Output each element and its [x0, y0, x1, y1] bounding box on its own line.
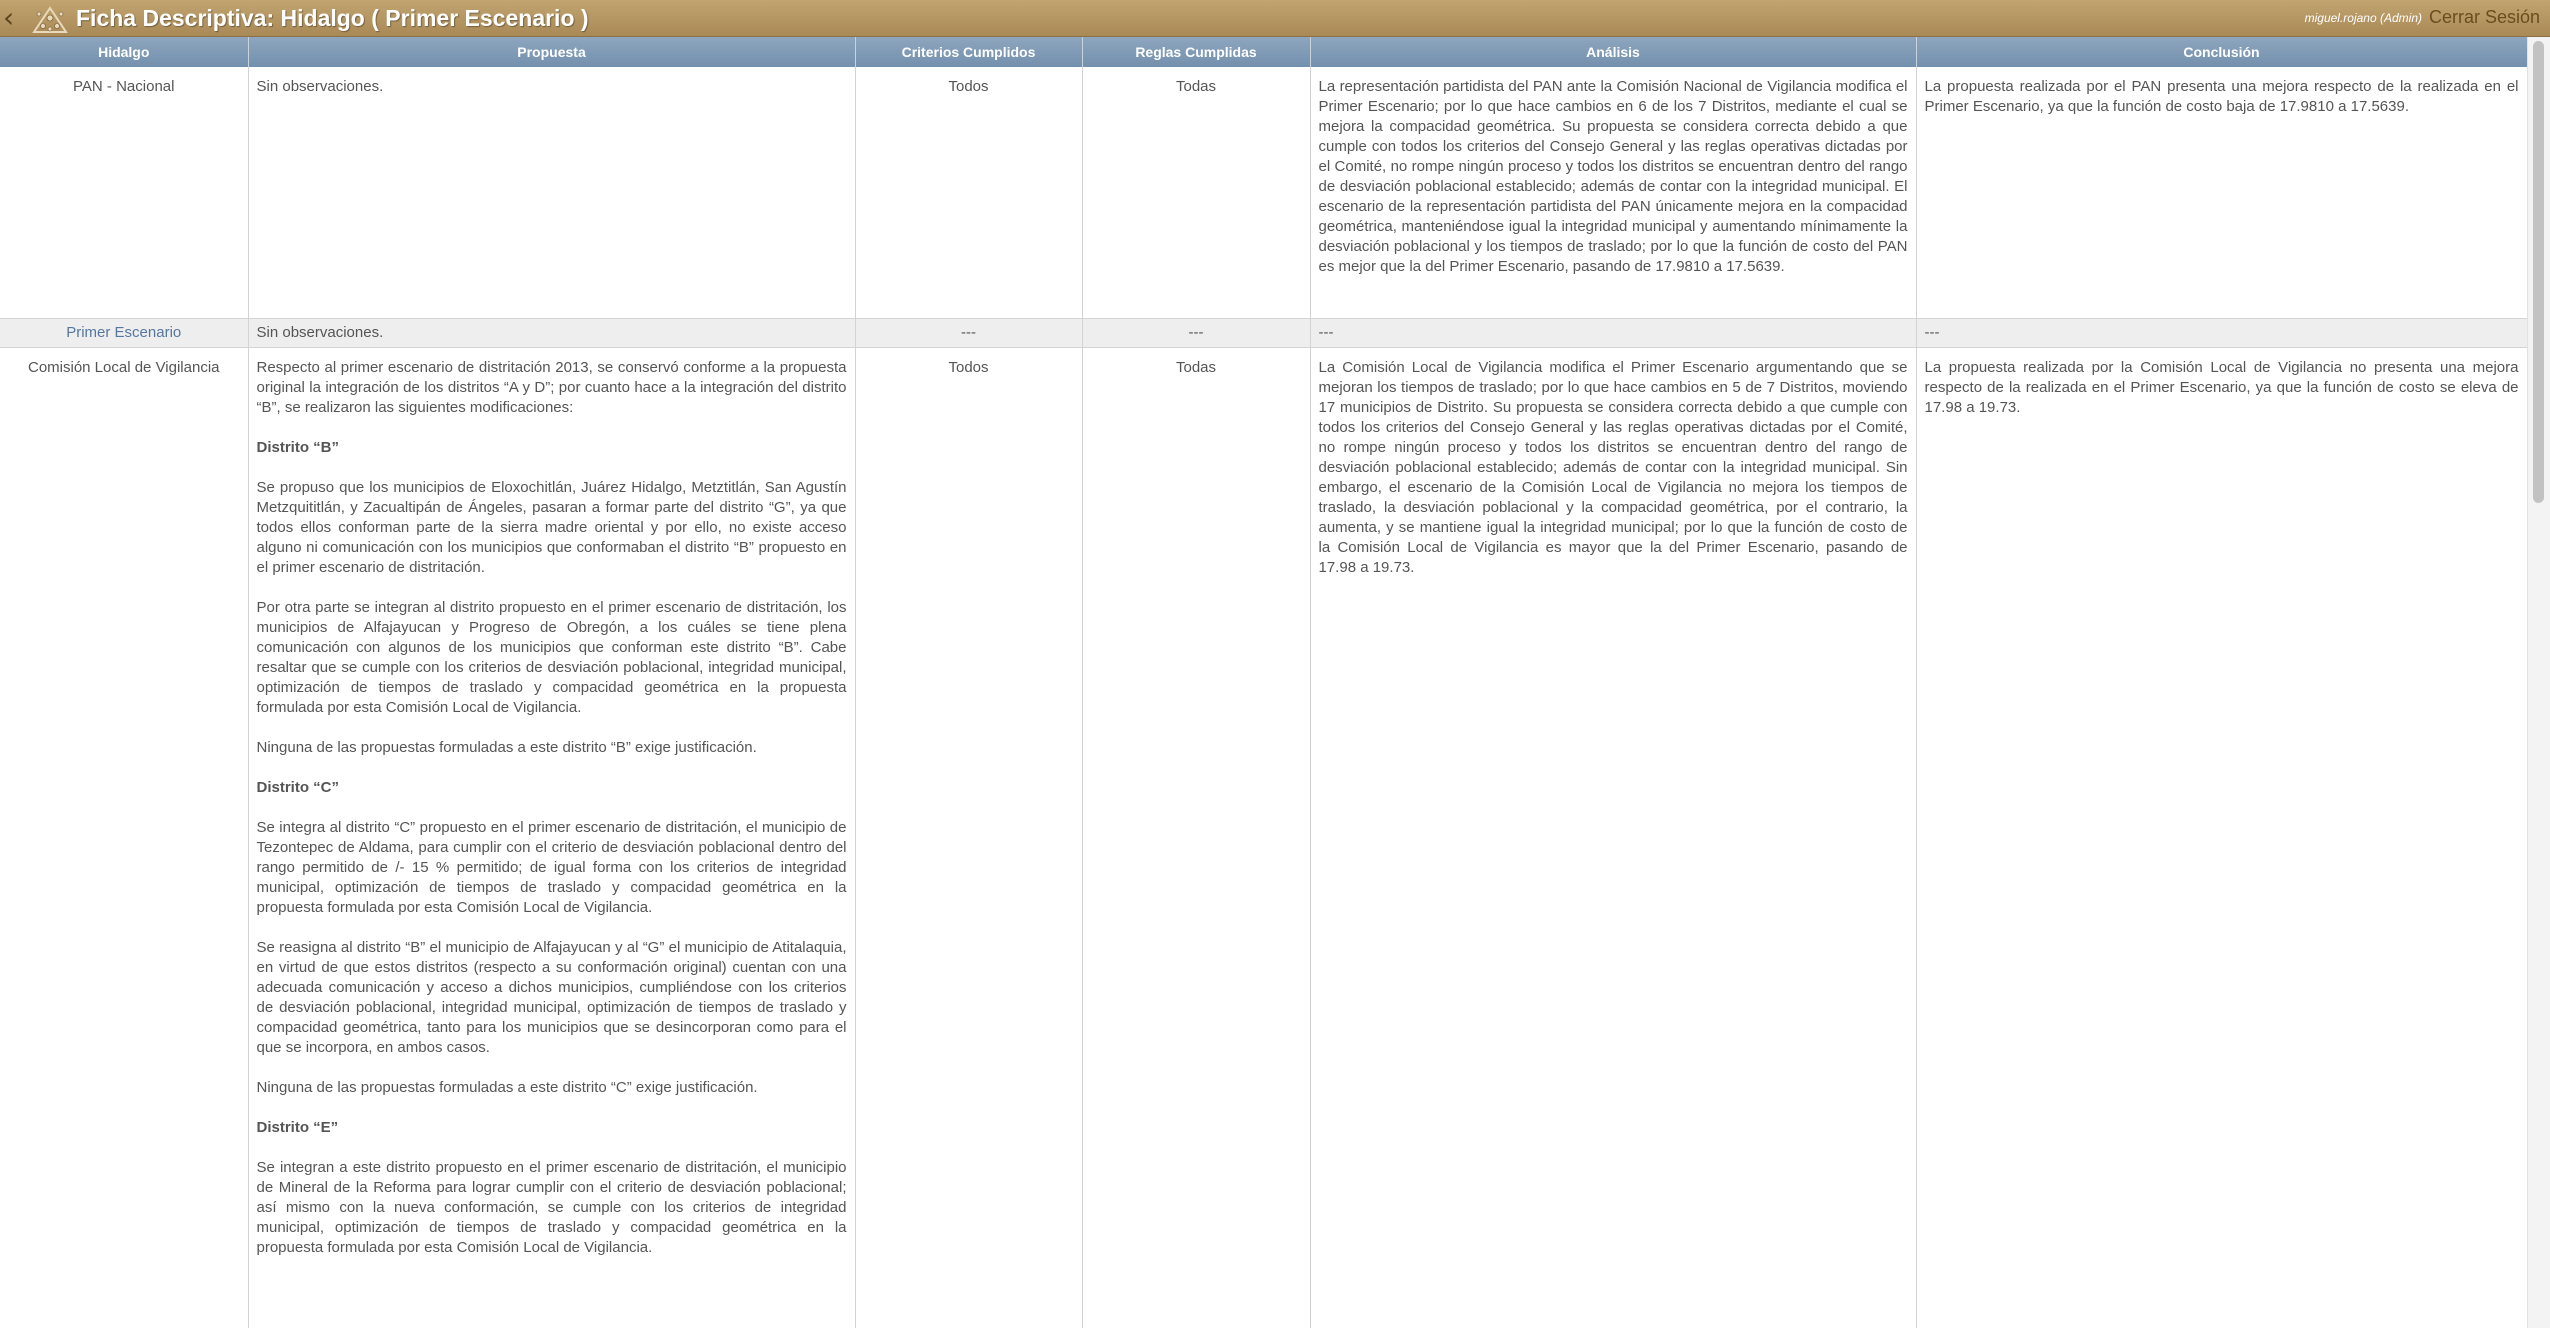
entity-cell: Primer Escenario	[0, 318, 249, 348]
propuesta-paragraph: Se integran a este distrito propuesto en…	[256, 1159, 847, 1256]
column-header-reglas[interactable]: Reglas Cumplidas	[1082, 37, 1311, 67]
table-header-row: Hidalgo Propuesta Criterios Cumplidos Re…	[0, 37, 2527, 67]
reglas-cell: Todas	[1082, 67, 1311, 319]
column-header-conclusion[interactable]: Conclusión	[1916, 37, 2527, 67]
propuesta-paragraph: Se propuso que los municipios de Eloxoch…	[256, 479, 847, 576]
analisis-cell: La Comisión Local de Vigilancia modifica…	[1310, 347, 1917, 1328]
logout-link[interactable]: Cerrar Sesión	[2429, 6, 2540, 28]
propuesta-cell: Sin observaciones.	[248, 318, 856, 348]
criterios-cell: Todos	[855, 347, 1083, 1328]
chevron-left-icon[interactable]: ‹	[3, 4, 23, 32]
column-header-criterios[interactable]: Criterios Cumplidos	[855, 37, 1083, 67]
propuesta-cell: Sin observaciones.	[248, 67, 856, 319]
district-heading: Distrito “E”	[256, 1119, 339, 1136]
criterios-cell: ---	[855, 318, 1083, 348]
propuesta-paragraph: Sin observaciones.	[256, 324, 384, 341]
district-heading: Distrito “C”	[256, 779, 340, 796]
propuesta-paragraph: Se integra al distrito “C” propuesto en …	[256, 819, 847, 916]
reglas-cell: ---	[1082, 318, 1311, 348]
analisis-cell: La representación partidista del PAN ant…	[1310, 67, 1917, 319]
conclusion-cell: ---	[1916, 318, 2527, 348]
district-heading: Distrito “B”	[256, 439, 340, 456]
descriptive-table: Hidalgo Propuesta Criterios Cumplidos Re…	[0, 37, 2527, 1328]
entity-cell: PAN - Nacional	[0, 67, 249, 319]
descriptive-table-container: Hidalgo Propuesta Criterios Cumplidos Re…	[0, 37, 2527, 1328]
institution-logo-icon	[32, 6, 68, 33]
column-header-propuesta[interactable]: Propuesta	[248, 37, 856, 67]
user-label: miguel.rojano (Admin)	[2304, 11, 2422, 25]
propuesta-paragraph: Se reasigna al distrito “B” el municipio…	[256, 939, 847, 1056]
scrollbar-thumb[interactable]	[2533, 41, 2544, 503]
entity-cell: Comisión Local de Vigilancia	[0, 347, 249, 1328]
conclusion-cell: La propuesta realizada por el PAN presen…	[1916, 67, 2527, 319]
table-row: PAN - Nacional Sin observaciones. Todos …	[0, 67, 2527, 319]
column-header-analisis[interactable]: Análisis	[1310, 37, 1917, 67]
propuesta-paragraph: Respecto al primer escenario de distrita…	[256, 359, 847, 416]
analisis-cell: ---	[1310, 318, 1917, 348]
table-row: Comisión Local de Vigilancia Respecto al…	[0, 347, 2527, 1328]
propuesta-cell: Respecto al primer escenario de distrita…	[248, 347, 856, 1328]
vertical-scrollbar[interactable]	[2527, 37, 2550, 1328]
column-header-entity[interactable]: Hidalgo	[0, 37, 249, 67]
propuesta-paragraph: Ninguna de las propuestas formuladas a e…	[256, 1079, 758, 1096]
propuesta-paragraph: Ninguna de las propuestas formuladas a e…	[256, 739, 757, 756]
propuesta-paragraph: Sin observaciones.	[256, 78, 384, 95]
top-bar: ‹ Ficha Descriptiva: Hidalgo ( Primer Es…	[0, 0, 2550, 37]
conclusion-cell: La propuesta realizada por la Comisión L…	[1916, 347, 2527, 1328]
reglas-cell: Todas	[1082, 347, 1311, 1328]
propuesta-paragraph: Por otra parte se integran al distrito p…	[256, 599, 847, 716]
table-row: Primer Escenario Sin observaciones. --- …	[0, 318, 2527, 348]
page-title: Ficha Descriptiva: Hidalgo ( Primer Esce…	[76, 5, 589, 31]
criterios-cell: Todos	[855, 67, 1083, 319]
